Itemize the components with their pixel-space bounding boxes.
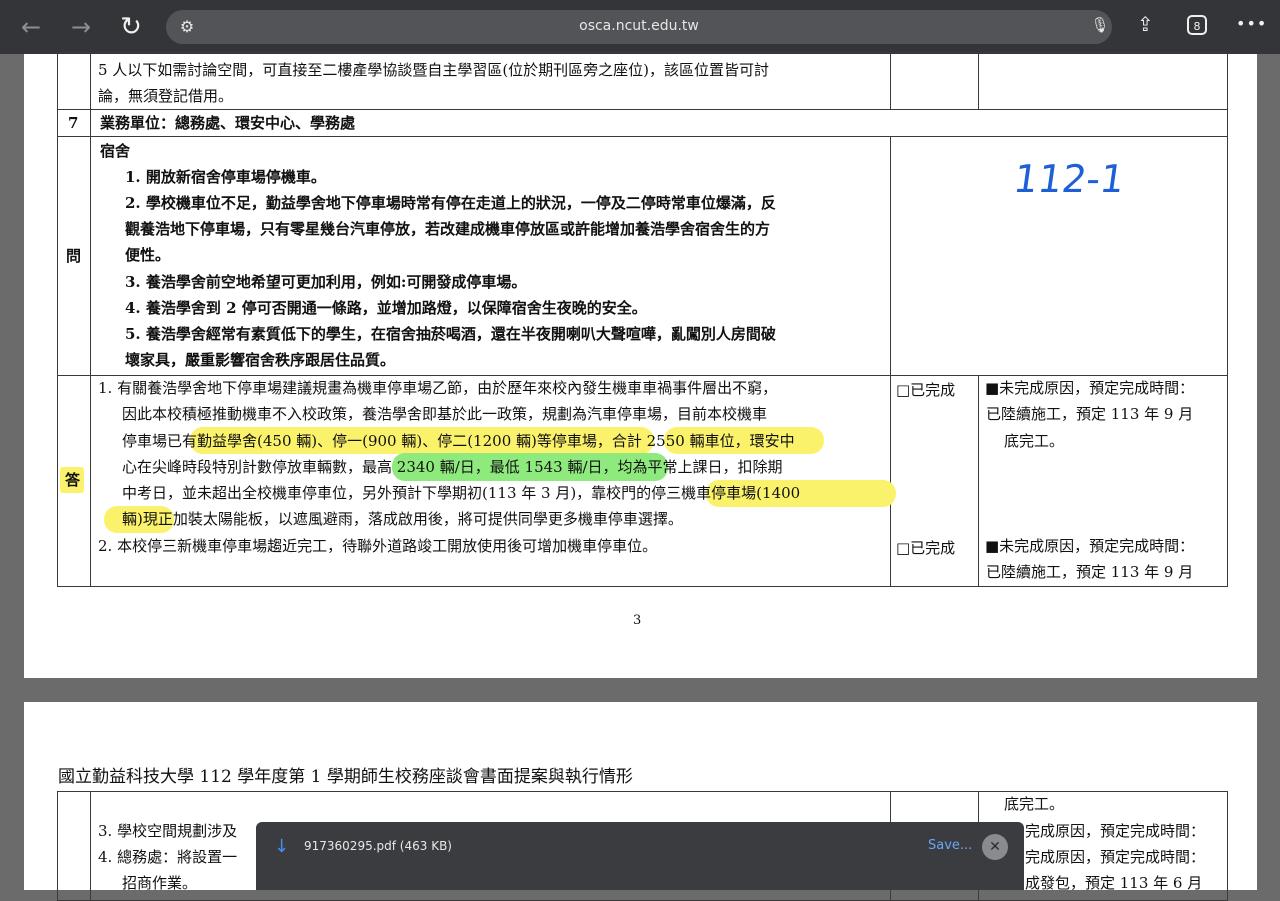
pdf-page-1: 5 人以下如需討論空間，可直接至二樓產學協談暨自主學習區(位於期刊區旁之座位)，… [24, 52, 1257, 678]
handwriting-annotation: 112-1 [1010, 157, 1128, 201]
question-line: 壞家具，嚴重影響宿舍秩序跟居住品質。 [125, 351, 396, 369]
document-title: 國立勤益科技大學 112 學年度第 1 學期師生校務座談會書面提案與執行情形 [58, 767, 633, 787]
text-line: 論，無須登記借用。 [98, 87, 234, 105]
reason-line: 底完工。 [1004, 432, 1065, 450]
business-unit: 業務單位：總務處、環安中心、學務處 [100, 114, 356, 132]
text-line: 5 人以下如需討論空間，可直接至二樓產學協談暨自主學習區(位於期刊區旁之座位)，… [98, 61, 770, 79]
question-line: 3. 養浩學舍前空地希望可更加利用，例如:可開發成停車場。 [125, 273, 527, 291]
table-cell [57, 791, 91, 901]
question-line: 2. 學校機車位不足，勤益學舍地下停車場時常有停在走道上的狀況，一停及二停時常車… [125, 194, 776, 212]
reason-line: 底完工。 [1004, 795, 1065, 813]
browser-toolbar: ← → ↻ ⚙ osca.ncut.edu.tw 🎙 ⇪ 8 ••• [0, 0, 1280, 54]
question-label: 問 [66, 247, 82, 265]
answer-line: 因此本校積極推動機車不入校政策，養浩學舍即基於此一政策，規劃為汽車停車場，目前本… [122, 405, 768, 423]
more-icon[interactable]: ••• [1236, 14, 1267, 33]
reason-line: 完成原因，預定完成時間： [1025, 848, 1206, 866]
page-number: 3 [633, 613, 642, 628]
reason-line: 已陸續施工，預定 113 年 9 月 [986, 563, 1194, 581]
close-icon[interactable]: ✕ [982, 834, 1008, 860]
status-checkbox[interactable]: □已完成 [896, 377, 955, 403]
reason-line: 已陸續施工，預定 113 年 9 月 [986, 405, 1194, 423]
table-cell [978, 52, 1228, 110]
row-number: 7 [68, 114, 79, 132]
address-bar[interactable]: ⚙ osca.ncut.edu.tw 🎙 [166, 10, 1112, 44]
answer-line: 停車場已有勤益學舍(450 輛)、停一(900 輛)、停二(1200 輛)等停車… [122, 432, 795, 450]
reason-line: ■未完成原因，預定完成時間： [985, 537, 1195, 555]
answer-line: 1. 有關養浩學舍地下停車場建議規畫為機車停車場乙節，由於歷年來校內發生機車車禍… [98, 379, 778, 397]
question-line: 1. 開放新宿舍停車場停機車。 [125, 168, 326, 186]
microphone-icon[interactable]: 🎙 [1090, 16, 1110, 38]
question-line: 便性。 [125, 246, 171, 264]
reason-line: 完成原因，預定完成時間： [1025, 822, 1206, 840]
save-button[interactable]: Save... [928, 838, 972, 853]
answer-line: 輛)現正加裝太陽能板，以遮風避雨，落成啟用後，將可提供同學更多機車停車選擇。 [122, 510, 683, 528]
reason-line: ■未完成原因，預定完成時間： [985, 379, 1195, 397]
download-bar: ↓ 917360295.pdf (463 KB) Save... ✕ [256, 822, 1024, 890]
question-title: 宿舍 [100, 142, 131, 160]
download-filename: 917360295.pdf (463 KB) [304, 839, 452, 853]
answer-line: 中考日，並未超出全校機車停車位，另外預計下學期初(113 年 3 月)，靠校門的… [122, 484, 801, 502]
answer-label: 答 [65, 471, 81, 489]
question-line: 5. 養浩學舍經常有素質低下的學生，在宿舍抽菸喝酒，還在半夜開喇叭大聲喧嘩，亂闖… [125, 325, 776, 343]
table-cell [890, 52, 979, 110]
forward-arrow-icon[interactable]: → [66, 12, 96, 42]
reload-icon[interactable]: ↻ [116, 12, 146, 42]
text-line: 4. 總務處：將設置一 [98, 848, 238, 866]
answer-line: 心在尖峰時段特別計數停放車輛數，最高 2340 輛/日，最低 1543 輛/日，… [122, 458, 783, 476]
tab-count-button[interactable]: 8 [1187, 15, 1207, 35]
text-line: 招商作業。 [122, 874, 198, 892]
text-line: 3. 學校空間規劃涉及 [98, 822, 238, 840]
question-line: 觀養浩地下停車場，只有零星幾台汽車停放，若改建成機車停放區或許能增加養浩學舍宿舍… [125, 220, 771, 238]
question-line: 4. 養浩學舍到 2 停可否開通一條路，並增加路燈，以保障宿舍生夜晚的安全。 [125, 299, 647, 317]
status-checkbox[interactable]: □已完成 [896, 535, 955, 561]
download-icon: ↓ [274, 836, 290, 857]
answer-line: 2. 本校停三新機車停車場趨近完工，待聯外道路竣工開放使用後可增加機車停車位。 [98, 537, 658, 555]
url-text: osca.ncut.edu.tw [579, 18, 699, 34]
share-icon[interactable]: ⇪ [1137, 12, 1154, 36]
back-arrow-icon[interactable]: ← [16, 12, 46, 42]
table-cell [57, 52, 91, 110]
reason-line: 成發包，預定 113 年 6 月 [1025, 874, 1203, 892]
